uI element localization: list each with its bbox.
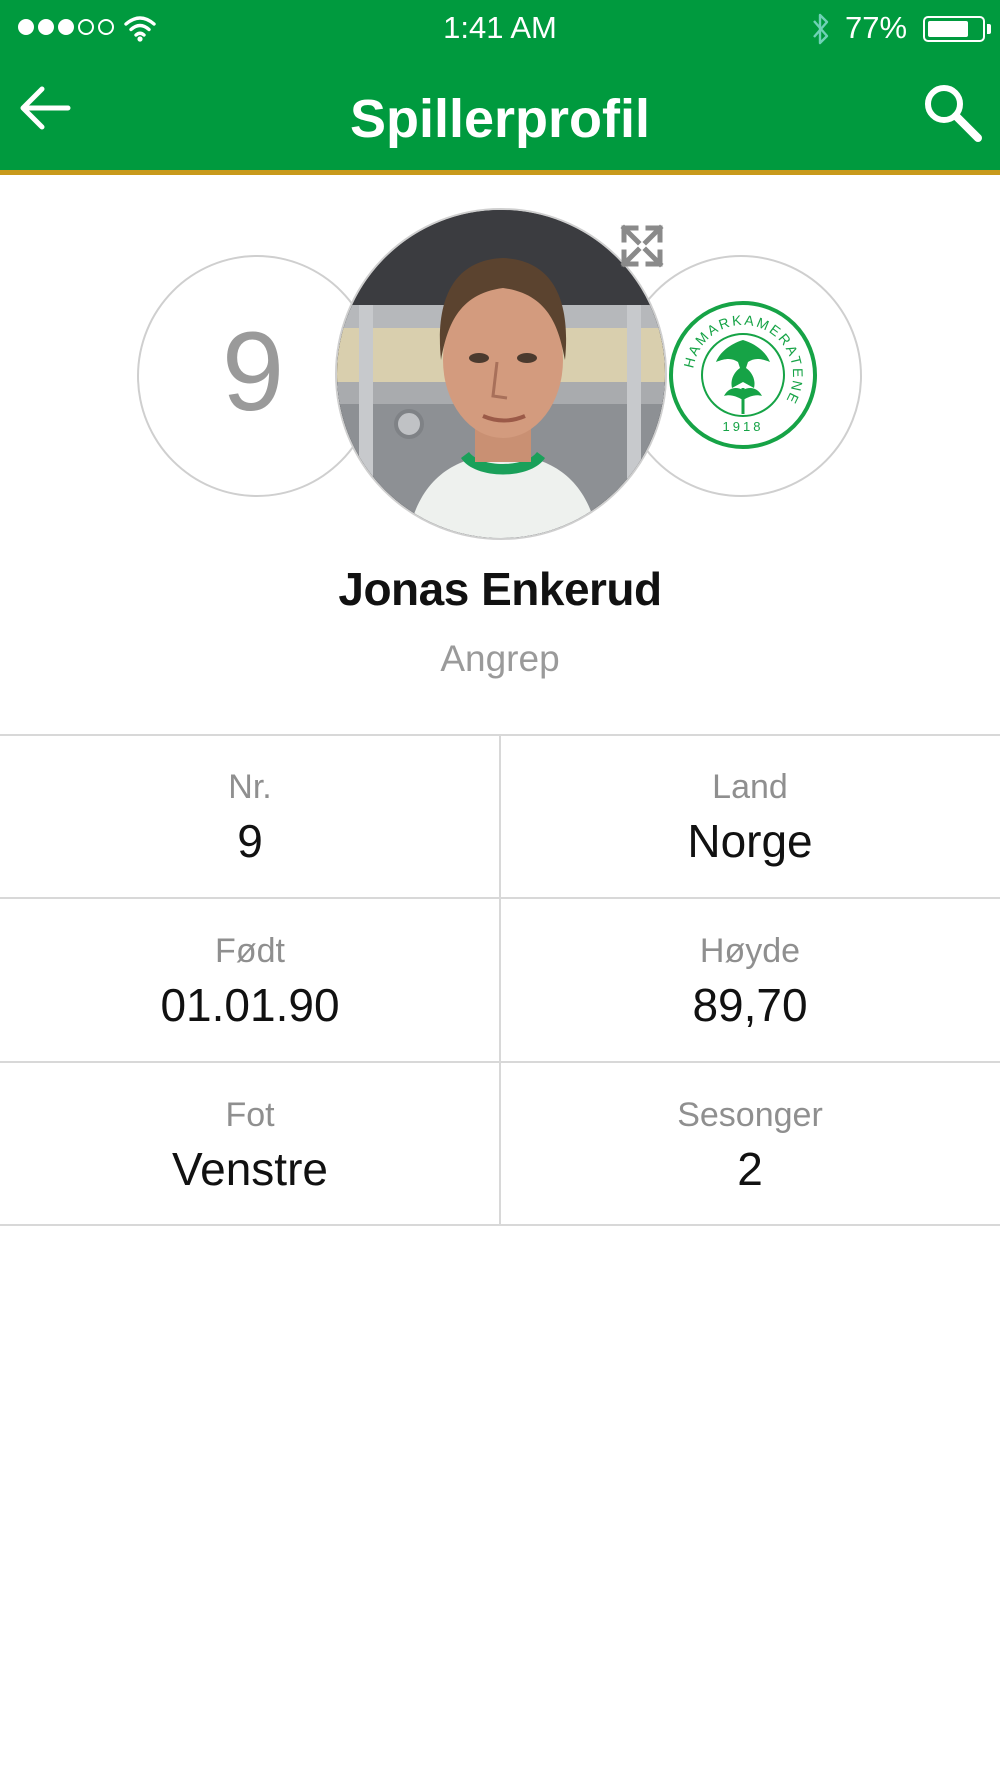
- stat-label: Sesonger: [677, 1096, 823, 1134]
- status-bar: 1:41 AM 77%: [0, 0, 1000, 56]
- stat-value: 01.01.90: [160, 979, 340, 1031]
- stat-height: Høyde 89,70: [500, 898, 1000, 1062]
- player-position: Angrep: [440, 638, 560, 679]
- stat-label: Fot: [225, 1096, 275, 1134]
- stat-foot: Fot Venstre: [0, 1062, 500, 1226]
- search-icon[interactable]: [920, 80, 984, 144]
- header-accent-line: [0, 170, 1000, 175]
- club-logo: HAMARKAMERATENE 1918: [669, 301, 817, 449]
- battery-tip: [987, 24, 991, 34]
- battery-icon: [923, 16, 985, 42]
- stat-seasons: Sesonger 2: [500, 1062, 1000, 1226]
- stat-value: 9: [237, 815, 263, 867]
- battery-percentage: 77%: [845, 10, 908, 45]
- stat-value: 89,70: [692, 979, 808, 1031]
- stat-country: Land Norge: [500, 734, 1000, 898]
- stat-value: Norge: [687, 815, 813, 867]
- player-portrait-image: [337, 210, 665, 538]
- stat-number: Nr. 9: [0, 734, 500, 898]
- player-photo[interactable]: [335, 208, 667, 540]
- player-name: Jonas Enkerud: [338, 563, 662, 615]
- stat-value: 2: [737, 1143, 763, 1195]
- expand-icon[interactable]: [620, 224, 664, 268]
- battery-level-fill: [928, 21, 968, 37]
- stat-label: Land: [712, 768, 788, 806]
- stat-born: Født 01.01.90: [0, 898, 500, 1062]
- player-stats-grid: Nr. 9 Land Norge Født 01.01.90 Høyde 89,…: [0, 734, 1000, 1226]
- club-year: 1918: [723, 419, 764, 434]
- stat-label: Nr.: [228, 768, 272, 806]
- page-title: Spillerprofil: [349, 89, 651, 149]
- stat-value: Venstre: [172, 1143, 328, 1195]
- stat-label: Høyde: [699, 932, 801, 970]
- shirt-number: 9: [221, 309, 285, 434]
- stat-label: Født: [215, 932, 285, 970]
- bluetooth-icon: [813, 13, 829, 45]
